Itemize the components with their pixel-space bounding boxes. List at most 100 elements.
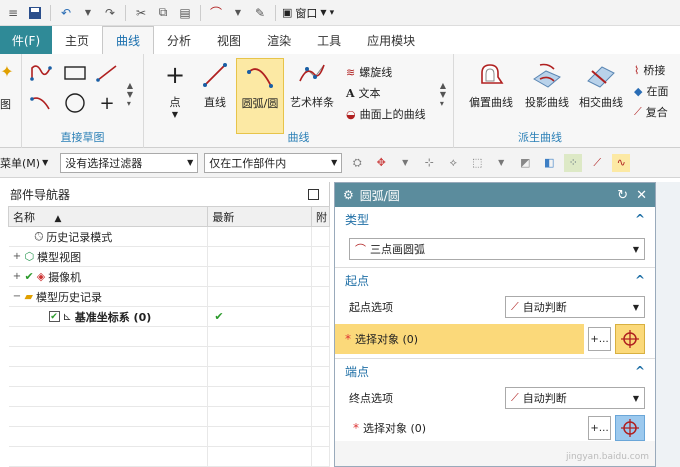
- save-icon[interactable]: [26, 4, 44, 22]
- menu-button[interactable]: 菜单(M) ▼: [0, 155, 48, 171]
- expand-icon[interactable]: +: [13, 271, 22, 282]
- end-option-select[interactable]: ⟋ 自动判断 ▼: [505, 387, 645, 409]
- circle-icon[interactable]: [60, 90, 90, 116]
- tab-home[interactable]: 主页: [52, 26, 102, 54]
- undo-icon[interactable]: ↶: [57, 4, 75, 22]
- dropdown-arrow-icon[interactable]: ▼: [492, 154, 510, 172]
- type-select[interactable]: ⌒ 三点画圆弧 ▼: [349, 238, 645, 260]
- dropdown-arrow-icon[interactable]: ▼: [79, 4, 97, 22]
- curve-icon[interactable]: ⌒: [207, 4, 225, 22]
- dropdown-arrow-icon[interactable]: ▼: [229, 4, 247, 22]
- group-label-curve: 曲线: [287, 131, 310, 144]
- model-view-icon: ⬡: [24, 250, 35, 263]
- cut-icon[interactable]: ✂: [132, 4, 150, 22]
- helix-icon: ≋: [346, 65, 356, 79]
- expand-icon[interactable]: +: [13, 251, 22, 262]
- table-row[interactable]: − ▰ 模型历史记录: [8, 286, 331, 307]
- maximize-icon[interactable]: [308, 188, 319, 200]
- curve-on-surface-label: 曲面上的曲线: [359, 108, 426, 121]
- paste-icon[interactable]: ▤: [176, 4, 194, 22]
- gallery-scroll-icon[interactable]: ▲ ▼ ▾: [436, 64, 450, 124]
- on-face-button[interactable]: ◆ 在面: [634, 83, 668, 99]
- gear-icon[interactable]: ⚙: [343, 188, 354, 202]
- helix-button[interactable]: ≋ 螺旋线: [346, 64, 392, 80]
- sketch-line-icon[interactable]: [92, 60, 122, 86]
- project-curve-button[interactable]: 投影曲线: [520, 58, 574, 130]
- tab-render[interactable]: 渲染: [254, 26, 304, 54]
- table-row[interactable]: + ✔ ◈ 摄像机: [8, 266, 331, 287]
- tab-tools[interactable]: 工具: [304, 26, 354, 54]
- close-icon[interactable]: ✕: [636, 188, 647, 203]
- copy-icon[interactable]: ⧉: [154, 4, 172, 22]
- table-row[interactable]: 🕓︎ 历史记录模式: [8, 226, 331, 247]
- checkbox-checked-icon[interactable]: ✔: [48, 311, 60, 322]
- start-section-header[interactable]: 起点 ^: [335, 268, 655, 292]
- tab-file[interactable]: 件(F): [0, 26, 52, 54]
- dropdown-arrow-icon: ▼: [171, 110, 179, 119]
- intersect-curve-icon: [585, 58, 617, 92]
- composite-curve-button[interactable]: ⟋ 复合: [634, 104, 668, 120]
- selection-bar: 菜单(M) ▼ 没有选择过滤器 ▼ 仅在工作部件内 ▼ ⛭ ✥ ▼ ⊹ ⟡ ⬚ …: [0, 148, 680, 178]
- redo-icon[interactable]: ↷: [101, 4, 119, 22]
- collapse-icon[interactable]: −: [13, 291, 22, 302]
- tab-analysis[interactable]: 分析: [154, 26, 204, 54]
- rectangle-select-icon[interactable]: ⬚: [468, 154, 486, 172]
- tab-curve[interactable]: 曲线: [102, 26, 155, 54]
- snap-point-icon[interactable]: ⁘: [564, 153, 583, 172]
- tab-view[interactable]: 视图: [204, 26, 254, 54]
- select-feature-icon[interactable]: ✥: [372, 154, 390, 172]
- menu-icon[interactable]: ≡: [4, 4, 22, 22]
- point-dialog-button[interactable]: +…: [587, 327, 612, 351]
- table-row[interactable]: + ⬡ 模型视图: [8, 246, 331, 267]
- column-header-attached[interactable]: 附: [310, 206, 331, 227]
- shaded-icon[interactable]: ◩: [516, 154, 534, 172]
- bridge-icon: ⌇: [634, 63, 640, 77]
- cube-icon[interactable]: ◧: [540, 154, 558, 172]
- ribbon-group-direct-sketch: + ▲ ▼ ▾ 直接草图: [22, 54, 144, 148]
- end-section-header[interactable]: 端点 ^: [335, 359, 655, 383]
- text-button[interactable]: A 文本: [346, 85, 381, 101]
- studio-spline-button[interactable]: 艺术样条: [286, 58, 338, 130]
- gallery-scroll-icon[interactable]: ▲ ▼ ▾: [122, 64, 138, 124]
- column-header-name[interactable]: 名称 ▲: [7, 206, 209, 227]
- snap-icon[interactable]: ⊹: [420, 154, 438, 172]
- latest-check-icon: ✔: [207, 306, 312, 327]
- selection-chain-icon[interactable]: ⟡: [444, 154, 462, 172]
- row-label: 历史记录模式: [46, 230, 113, 244]
- dropdown-arrow-icon[interactable]: ▼: [396, 154, 414, 172]
- endpoint-snap-icon[interactable]: ⟋: [588, 154, 606, 172]
- table-row[interactable]: ✔ ⊾ 基准坐标系 (0) ✔: [8, 306, 331, 327]
- star-icon[interactable]: ✦: [0, 58, 22, 84]
- line-button[interactable]: 直线: [192, 58, 238, 130]
- eraser-icon[interactable]: ✎: [251, 4, 269, 22]
- profile-icon[interactable]: [26, 60, 56, 86]
- reset-icon[interactable]: ↻: [617, 188, 628, 203]
- point-constructor-button[interactable]: [615, 415, 645, 441]
- arc-circle-button[interactable]: 圆弧/圆: [236, 58, 284, 134]
- point-dialog-button[interactable]: +…: [587, 416, 612, 440]
- tab-applications[interactable]: 应用模块: [354, 26, 428, 54]
- end-select-object-field[interactable]: * 选择对象 (0): [335, 415, 584, 441]
- inferred-point-icon: ⟋: [511, 391, 519, 404]
- scope-select[interactable]: 仅在工作部件内 ▼: [204, 152, 343, 173]
- column-header-latest[interactable]: 最新: [207, 206, 312, 227]
- composite-icon: ⟋: [634, 105, 642, 118]
- sketch-point-icon[interactable]: +: [92, 90, 122, 116]
- ribbon-group-curve: + 点 ▼ 直线 圆弧/圆 艺术样条 ≋ 螺旋线 A 文本 ◒ 曲面上的曲线 ▲…: [144, 54, 454, 148]
- end-option-value: 自动判断: [522, 392, 567, 405]
- intersect-curve-button[interactable]: 相交曲线: [574, 58, 628, 130]
- sketch-arc-icon[interactable]: [26, 90, 56, 116]
- offset-curve-button[interactable]: 偏置曲线: [464, 58, 518, 130]
- type-filter-select[interactable]: 没有选择过滤器 ▼: [60, 152, 199, 173]
- start-option-select[interactable]: ⟋ 自动判断 ▼: [505, 296, 645, 318]
- select-object-field[interactable]: * 选择对象 (0): [335, 324, 584, 354]
- rectangle-icon[interactable]: [60, 60, 90, 86]
- point-constructor-button[interactable]: [615, 324, 645, 354]
- curve-snap-icon[interactable]: ∿: [612, 153, 631, 172]
- group-label-derived-curve: 派生曲线: [518, 131, 562, 144]
- curve-on-surface-button[interactable]: ◒ 曲面上的曲线: [346, 106, 426, 122]
- type-section-header[interactable]: 类型 ^: [335, 207, 655, 231]
- filter-icon[interactable]: ⛭: [348, 154, 366, 172]
- bridge-curve-button[interactable]: ⌇ 桥接: [634, 62, 665, 78]
- window-menu[interactable]: ▣ 窗口 ▼ ▾: [282, 5, 334, 21]
